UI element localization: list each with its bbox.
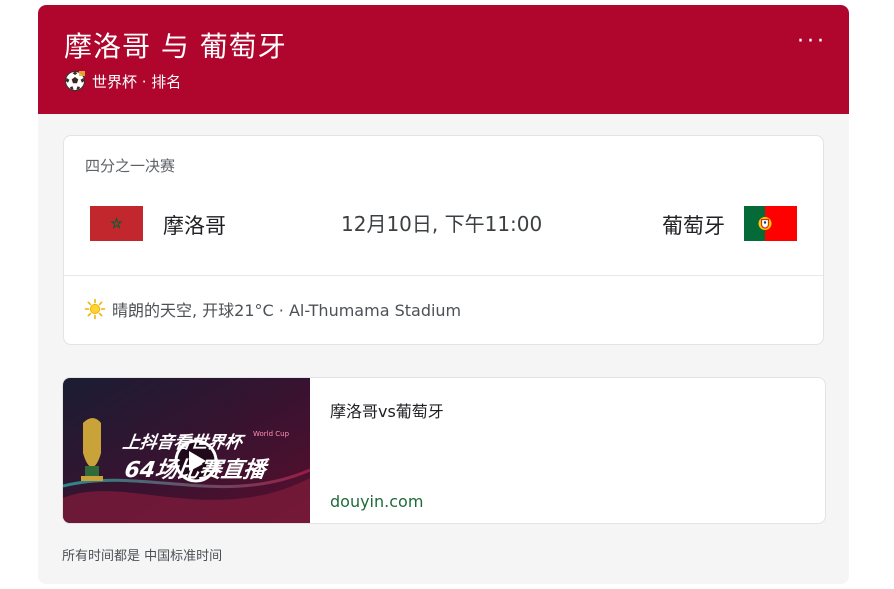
soccer-ball-icon bbox=[64, 70, 86, 92]
match-time: 12月10日, 下午11:00 bbox=[341, 212, 543, 236]
portugal-flag-icon bbox=[744, 206, 797, 241]
video-title-link[interactable]: 摩洛哥vs葡萄牙 bbox=[330, 398, 444, 422]
home-team-name[interactable]: 摩洛哥 bbox=[163, 210, 226, 240]
card-header: 摩洛哥 与 葡萄牙 世界杯 · 排名 ··· bbox=[38, 5, 849, 114]
video-result-card[interactable]: 上抖音看世界杯 64场比赛直播 World Cup 摩洛哥vs葡萄牙 douyi… bbox=[62, 377, 826, 524]
away-team-name[interactable]: 葡萄牙 bbox=[662, 210, 725, 240]
match-stage: 四分之一决赛 bbox=[85, 157, 176, 175]
sports-result-card: 摩洛哥 与 葡萄牙 世界杯 · 排名 ··· 四分之一决赛 摩洛哥 12月10日… bbox=[38, 5, 849, 584]
match-panel[interactable]: 四分之一决赛 摩洛哥 12月10日, 下午11:00 葡萄牙 晴朗的天空, 开球… bbox=[63, 135, 824, 345]
thumbnail-caption-1: 上抖音看世界杯 bbox=[121, 433, 244, 453]
panel-divider bbox=[64, 275, 823, 276]
header-subtitle-row: 世界杯 · 排名 bbox=[64, 69, 181, 93]
thumbnail-badge: World Cup bbox=[253, 430, 290, 438]
morocco-flag-icon bbox=[90, 206, 143, 241]
sun-icon bbox=[84, 298, 106, 320]
match-title[interactable]: 摩洛哥 与 葡萄牙 bbox=[64, 25, 287, 65]
more-options-button[interactable]: ··· bbox=[797, 31, 827, 53]
header-subtitle[interactable]: 世界杯 · 排名 bbox=[92, 71, 181, 92]
thumbnail-caption-2: 64场比赛直播 bbox=[122, 458, 268, 483]
weather-row: 晴朗的天空, 开球21°C · Al-Thumama Stadium bbox=[84, 296, 461, 322]
weather-text: 晴朗的天空, 开球21°C · Al-Thumama Stadium bbox=[112, 301, 462, 320]
timezone-note: 所有时间都是 中国标准时间 bbox=[62, 549, 223, 564]
video-source: douyin.com bbox=[330, 492, 424, 511]
